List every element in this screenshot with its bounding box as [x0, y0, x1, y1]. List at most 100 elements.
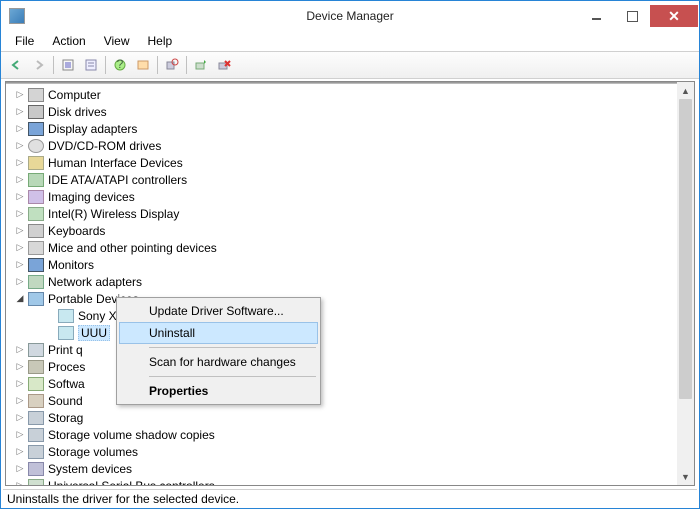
context-menu-item[interactable]: Uninstall	[119, 322, 318, 344]
tree-item[interactable]: ▷ Network adapters	[6, 273, 694, 290]
tree-item-label: Storage volume shadow copies	[48, 428, 215, 442]
toolbar: ?	[1, 51, 699, 79]
toolbar-separator	[157, 56, 158, 74]
context-menu-item[interactable]: Scan for hardware changes	[119, 351, 318, 373]
tree-item[interactable]: ▷Computer	[6, 86, 694, 103]
forward-button[interactable]	[28, 54, 50, 76]
twisty-closed-icon[interactable]: ▷	[14, 361, 26, 373]
device-icon	[28, 173, 44, 187]
twisty-closed-icon[interactable]: ▷	[14, 412, 26, 424]
tree-item[interactable]: ◢Portable Devices	[6, 290, 694, 307]
close-button[interactable]	[650, 5, 698, 27]
tree-item[interactable]: Sony Xperia J	[6, 307, 694, 324]
tree-item[interactable]: ▷ IDE ATA/ATAPI controllers	[6, 171, 694, 188]
tree-item[interactable]: ▷Mice and other pointing devices	[6, 239, 694, 256]
menu-view[interactable]: View	[96, 32, 138, 50]
context-menu-item[interactable]: Update Driver Software...	[119, 300, 318, 322]
device-icon	[28, 139, 44, 153]
twisty-closed-icon[interactable]: ▷	[14, 242, 26, 254]
device-icon	[28, 343, 44, 357]
tree-item[interactable]: ▷ Proces	[6, 358, 694, 375]
twisty-closed-icon[interactable]: ▷	[14, 106, 26, 118]
twisty-open-icon[interactable]: ◢	[14, 293, 26, 305]
tree-item[interactable]: ▷System devices	[6, 460, 694, 477]
tree-item[interactable]: ▷Universal Serial Bus controllers	[6, 477, 694, 486]
device-icon	[28, 445, 44, 459]
device-icon	[28, 105, 44, 119]
tree-item[interactable]: ▷Sound	[6, 392, 694, 409]
context-menu-item[interactable]: Properties	[119, 380, 318, 402]
device-icon	[28, 360, 44, 374]
scroll-thumb[interactable]	[679, 99, 692, 399]
menu-file[interactable]: File	[7, 32, 42, 50]
twisty-closed-icon[interactable]: ▷	[14, 225, 26, 237]
twisty-closed-icon[interactable]: ▷	[14, 174, 26, 186]
tree-item[interactable]: ▷Imaging devices	[6, 188, 694, 205]
statusbar: Uninstalls the driver for the selected d…	[3, 489, 697, 507]
tree-item-label: Print q	[48, 343, 83, 357]
twisty-none	[44, 310, 56, 322]
device-tree[interactable]: ▷Computer▷Disk drives▷Display adapters▷D…	[6, 84, 694, 486]
action-button[interactable]	[132, 54, 154, 76]
titlebar[interactable]: Device Manager	[1, 1, 699, 31]
device-icon	[28, 479, 44, 487]
tree-item[interactable]: ▷Storage volumes	[6, 443, 694, 460]
twisty-none	[44, 327, 56, 339]
twisty-closed-icon[interactable]: ▷	[14, 446, 26, 458]
tree-item[interactable]: ▷ Storage volume shadow copies	[6, 426, 694, 443]
help-button[interactable]: ?	[109, 54, 131, 76]
twisty-closed-icon[interactable]: ▷	[14, 480, 26, 487]
twisty-closed-icon[interactable]: ▷	[14, 344, 26, 356]
twisty-closed-icon[interactable]: ▷	[14, 157, 26, 169]
menu-action[interactable]: Action	[44, 32, 93, 50]
maximize-button[interactable]	[614, 5, 650, 27]
device-icon	[28, 88, 44, 102]
tree-item-label: Display adapters	[48, 122, 137, 136]
scroll-down-arrow[interactable]: ▼	[677, 468, 694, 485]
minimize-button[interactable]	[578, 5, 614, 27]
twisty-closed-icon[interactable]: ▷	[14, 378, 26, 390]
twisty-closed-icon[interactable]: ▷	[14, 463, 26, 475]
device-icon	[28, 190, 44, 204]
tree-item-label: Proces	[48, 360, 85, 374]
tree-item[interactable]: ▷Intel(R) Wireless Display	[6, 205, 694, 222]
vertical-scrollbar[interactable]: ▲ ▼	[677, 82, 694, 485]
twisty-closed-icon[interactable]: ▷	[14, 208, 26, 220]
scroll-up-arrow[interactable]: ▲	[677, 82, 694, 99]
device-icon	[28, 275, 44, 289]
menu-help[interactable]: Help	[140, 32, 181, 50]
twisty-closed-icon[interactable]: ▷	[14, 89, 26, 101]
twisty-closed-icon[interactable]: ▷	[14, 140, 26, 152]
tree-item[interactable]: ▷ Display adapters	[6, 120, 694, 137]
twisty-closed-icon[interactable]: ▷	[14, 429, 26, 441]
twisty-closed-icon[interactable]: ▷	[14, 276, 26, 288]
back-button[interactable]	[5, 54, 27, 76]
twisty-closed-icon[interactable]: ▷	[14, 259, 26, 271]
tree-item[interactable]: ▷Storag	[6, 409, 694, 426]
window-title: Device Manager	[306, 9, 393, 23]
device-icon	[28, 377, 44, 391]
twisty-closed-icon[interactable]: ▷	[14, 123, 26, 135]
device-icon	[28, 394, 44, 408]
tree-item[interactable]: ▷Keyboards	[6, 222, 694, 239]
tree-item-label: Network adapters	[48, 275, 142, 289]
twisty-closed-icon[interactable]: ▷	[14, 395, 26, 407]
tree-item[interactable]: ▷Softwa	[6, 375, 694, 392]
update-driver-button[interactable]	[190, 54, 212, 76]
scan-button[interactable]	[161, 54, 183, 76]
properties-button[interactable]	[80, 54, 102, 76]
tree-item[interactable]: ▷Monitors	[6, 256, 694, 273]
tree-item[interactable]: ▷DVD/CD-ROM drives	[6, 137, 694, 154]
uninstall-button[interactable]	[213, 54, 235, 76]
tree-item-label: Disk drives	[48, 105, 107, 119]
device-icon	[28, 462, 44, 476]
context-menu-separator	[149, 347, 316, 348]
twisty-closed-icon[interactable]: ▷	[14, 191, 26, 203]
statusbar-text: Uninstalls the driver for the selected d…	[7, 492, 239, 506]
tree-item[interactable]: ▷ Print q	[6, 341, 694, 358]
tree-item-label: IDE ATA/ATAPI controllers	[48, 173, 187, 187]
show-hidden-button[interactable]	[57, 54, 79, 76]
tree-item[interactable]: ▷Human Interface Devices	[6, 154, 694, 171]
tree-item[interactable]: ▷ Disk drives	[6, 103, 694, 120]
tree-item[interactable]: UUU	[6, 324, 694, 341]
